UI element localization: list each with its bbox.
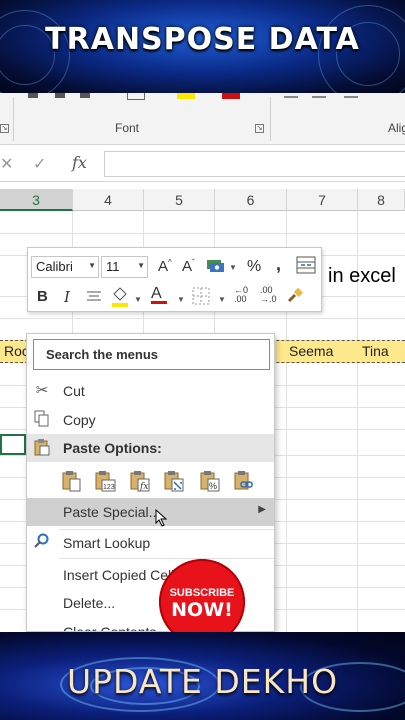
ribbon-fragment (55, 93, 65, 98)
scissors-icon: ✂ (35, 382, 49, 399)
screenshot-root: TRANSPOSE DATA ↘ Font ↘ Alig ✕ ✓ fx 3 4 … (0, 0, 405, 720)
ribbon-fragment (80, 93, 90, 98)
paste-link-icon[interactable] (233, 469, 255, 493)
paste-formulas-icon[interactable]: fx (129, 469, 151, 493)
ribbon-separator (13, 97, 14, 141)
column-header-5[interactable]: 5 (144, 189, 215, 211)
chevron-down-icon[interactable]: ▼ (134, 295, 142, 304)
italic-icon[interactable]: I (64, 288, 70, 306)
chevron-down-icon[interactable]: ▼ (177, 295, 185, 304)
copied-cell-name[interactable]: Seema (289, 343, 333, 359)
paste-values-icon[interactable]: 123 (94, 469, 116, 493)
svg-text:%: % (209, 481, 217, 491)
grid-line (0, 318, 405, 319)
formula-bar: ✕ ✓ fx (0, 146, 405, 182)
menu-label-cut: Cut (63, 383, 85, 399)
insert-function-icon[interactable]: fx (72, 153, 87, 172)
format-painter-icon[interactable] (286, 286, 304, 307)
ribbon-fragment (28, 93, 38, 98)
clipboard-icon (33, 438, 51, 456)
accounting-format-icon[interactable] (205, 256, 225, 279)
ribbon-separator (270, 97, 271, 141)
grid-line (0, 233, 405, 234)
clipboard-launcher-icon[interactable]: ↘ (0, 124, 9, 133)
menu-label-paste-options: Paste Options: (63, 440, 162, 456)
ribbon-fragment (344, 96, 358, 98)
menu-item-paste-special[interactable]: Paste Special... ▶ (27, 498, 274, 526)
top-banner-title: TRANSPOSE DATA (45, 22, 360, 57)
svg-text:fx: fx (139, 482, 148, 492)
mouse-pointer-icon (155, 509, 168, 527)
paste-transpose-icon[interactable] (163, 469, 185, 493)
formula-input[interactable] (104, 151, 405, 177)
chevron-down-icon[interactable]: ▼ (218, 295, 226, 304)
comma-style-icon[interactable]: , (276, 254, 281, 275)
copy-icon (33, 410, 51, 428)
column-header-8[interactable]: 8 (358, 189, 405, 211)
borders-icon[interactable] (192, 287, 210, 308)
menu-label-clear-contents: Clear Contents (63, 624, 157, 632)
enter-icon[interactable]: ✓ (33, 154, 46, 174)
subscribe-line2: NOW! (171, 599, 233, 621)
font-group-label: Font (115, 121, 140, 135)
menu-label-copy: Copy (63, 412, 96, 428)
menu-label-delete: Delete... (63, 595, 116, 611)
menu-label-smart-lookup: Smart Lookup (63, 535, 151, 551)
subscribe-line1: SUBSCRIBE (169, 587, 235, 599)
bold-icon[interactable]: B (37, 288, 48, 305)
svg-text:123: 123 (103, 484, 115, 491)
paste-icon[interactable] (61, 469, 83, 493)
font-size-box[interactable]: 11 ▼ (101, 256, 148, 278)
menu-item-copy[interactable]: Copy (27, 406, 274, 434)
chevron-down-icon[interactable]: ▼ (137, 261, 145, 270)
paste-options-header: Paste Options: (27, 434, 274, 462)
font-size-value: 11 (106, 259, 120, 274)
bottom-banner-title: UPDATE DEKHO (66, 662, 339, 701)
increase-decimal-icon[interactable]: ←0.00 (234, 286, 248, 304)
highlight-color-bar (177, 93, 195, 99)
title-cell[interactable]: in excel (328, 265, 396, 288)
copied-cell-name[interactable]: Tina (362, 343, 389, 359)
fill-color-icon[interactable] (110, 286, 130, 311)
alignment-group-label: Alig (388, 121, 405, 135)
smart-lookup-icon (33, 533, 51, 551)
align-center-icon[interactable] (86, 290, 102, 307)
column-header-4[interactable]: 4 (73, 189, 144, 211)
percent-icon[interactable]: % (247, 258, 261, 276)
chevron-right-icon: ▶ (258, 504, 266, 515)
paste-formatting-icon[interactable]: % (199, 469, 221, 493)
column-header-7[interactable]: 7 (287, 189, 358, 211)
increase-font-icon[interactable]: A^ (158, 258, 172, 275)
font-name-value: Calibri (36, 259, 73, 274)
active-cell[interactable] (0, 434, 26, 455)
column-header-6[interactable]: 6 (215, 189, 287, 211)
menu-item-smart-lookup[interactable]: Smart Lookup (27, 529, 274, 557)
paste-options-row: 123 fx % (61, 469, 274, 495)
ribbon-fragment (127, 93, 145, 100)
ribbon: ↘ Font ↘ Alig (0, 93, 405, 145)
font-name-box[interactable]: Calibri ▼ (31, 256, 99, 278)
menu-item-cut[interactable]: ✂ Cut (27, 377, 274, 405)
decrease-font-icon[interactable]: Aˇ (182, 258, 195, 275)
menu-label-paste-special: Paste Special... (63, 504, 161, 520)
ribbon-fragment (284, 96, 298, 98)
chevron-down-icon[interactable]: ▼ (88, 261, 96, 270)
column-header-3[interactable]: 3 (0, 189, 73, 211)
chevron-down-icon[interactable]: ▼ (229, 263, 237, 272)
search-menus-input[interactable]: Search the menus (33, 339, 270, 370)
font-color-icon[interactable]: A (151, 285, 167, 304)
top-banner: TRANSPOSE DATA (0, 0, 405, 93)
merge-center-icon[interactable] (296, 256, 316, 277)
mini-toolbar: Calibri ▼ 11 ▼ A^ Aˇ ▼ % , B I ▼ A ▼ ▼ ←… (27, 247, 322, 312)
ribbon-fragment (312, 96, 326, 98)
bottom-banner: UPDATE DEKHO (0, 632, 405, 720)
decrease-decimal-icon[interactable]: .00 →.0 (260, 286, 277, 304)
font-color-bar (222, 93, 240, 99)
font-launcher-icon[interactable]: ↘ (255, 124, 264, 133)
menu-separator (59, 558, 274, 559)
cancel-icon[interactable]: ✕ (0, 154, 13, 174)
